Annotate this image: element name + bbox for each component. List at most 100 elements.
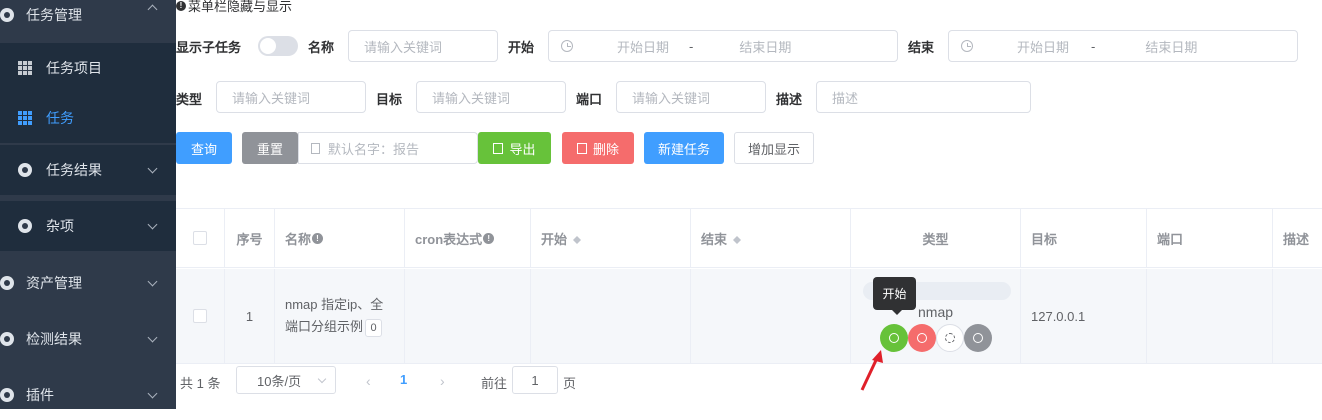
- table-row[interactable]: [176, 269, 225, 364]
- end-date-range[interactable]: 开始日期 - 结束日期: [948, 30, 1298, 62]
- menu-toggle-tip[interactable]: ! 菜单栏隐藏与显示: [176, 0, 292, 15]
- circle-icon: [18, 219, 32, 233]
- delete-label: 删除: [592, 141, 619, 157]
- start-date-range[interactable]: 开始日期 - 结束日期: [548, 30, 898, 62]
- start-label: 开始: [508, 40, 535, 55]
- sort-icon[interactable]: [573, 232, 582, 244]
- total-count: 共 1 条: [180, 376, 221, 391]
- header-end-label: 结束: [701, 231, 728, 247]
- prev-page-button[interactable]: ‹: [366, 373, 371, 389]
- select-all-checkbox[interactable]: [193, 231, 207, 245]
- sidebar-item-task-management[interactable]: 任务管理: [0, 0, 176, 40]
- port-label: 端口: [576, 92, 603, 107]
- row-start: [531, 269, 691, 364]
- info-icon: [973, 333, 983, 343]
- header-target: 目标: [1021, 209, 1147, 268]
- header-name-label: 名称: [285, 231, 312, 247]
- query-button[interactable]: 查询: [176, 132, 232, 164]
- chevron-down-icon: [147, 388, 158, 399]
- grid-icon: [18, 111, 32, 125]
- header-port: 端口: [1147, 209, 1273, 268]
- header-select-all[interactable]: [176, 209, 225, 268]
- chevron-up-icon: [147, 4, 158, 15]
- goto-page-value: 1: [531, 372, 539, 388]
- sidebar-item-detection-results[interactable]: 检测结果: [0, 314, 176, 364]
- sidebar-item-asset-management[interactable]: 资产管理: [0, 258, 176, 308]
- sidebar-item-label: 插件: [26, 387, 54, 403]
- circle-icon: [0, 332, 14, 346]
- name-placeholder: 请输入关键词: [364, 39, 443, 55]
- sidebar-item-label: 任务结果: [46, 162, 102, 178]
- clock-icon: [961, 40, 973, 52]
- task-info-button[interactable]: [964, 324, 992, 352]
- circle-icon: [0, 8, 14, 22]
- report-name-input[interactable]: 默认名字：报告: [298, 132, 478, 164]
- header-index: 序号: [225, 209, 275, 268]
- chevron-down-icon: [147, 332, 158, 343]
- export-icon: [493, 142, 504, 154]
- pause-icon: [917, 333, 927, 343]
- end-from-placeholder: 开始日期: [1017, 39, 1070, 55]
- header-cron: cron表达式!: [405, 209, 531, 268]
- target-label: 目标: [376, 92, 403, 107]
- header-name: 名称!: [275, 209, 405, 268]
- sidebar-item-task-results[interactable]: 任务结果: [0, 145, 176, 195]
- sidebar-item-label: 资产管理: [26, 275, 82, 291]
- chevron-down-icon: [147, 219, 158, 230]
- goto-page-input[interactable]: 1: [512, 366, 558, 394]
- refresh-icon: [945, 333, 955, 343]
- delete-button[interactable]: 删除: [562, 132, 634, 164]
- header-end[interactable]: 结束: [691, 209, 851, 268]
- desc-placeholder: 描述: [832, 90, 859, 106]
- start-tooltip: 开始: [873, 277, 916, 315]
- header-cron-label: cron表达式: [415, 231, 483, 247]
- range-separator: -: [689, 38, 694, 54]
- add-display-button[interactable]: 增加显示: [734, 132, 814, 164]
- show-children-label: 显示子任务: [176, 40, 242, 55]
- header-desc: 描述: [1273, 209, 1322, 268]
- trash-icon: [576, 142, 587, 154]
- target-input[interactable]: 请输入关键词: [416, 81, 566, 113]
- export-button[interactable]: 导出: [478, 132, 551, 164]
- port-input[interactable]: 请输入关键词: [616, 81, 766, 113]
- task-table: 序号 名称! cron表达式! 开始 结束 类型 目标 端口 描述 1 nmap…: [176, 208, 1322, 364]
- name-input[interactable]: 请输入关键词: [348, 30, 498, 62]
- show-children-switch[interactable]: [258, 36, 298, 56]
- sidebar-item-task[interactable]: 任务: [0, 93, 176, 143]
- chevron-down-icon: [147, 163, 158, 174]
- clock-icon: [561, 40, 573, 52]
- next-page-button[interactable]: ›: [440, 373, 445, 389]
- page-number-current[interactable]: 1: [400, 372, 407, 387]
- info-icon: !: [483, 232, 495, 244]
- reset-button[interactable]: 重置: [242, 132, 298, 164]
- sidebar-item-label: 杂项: [46, 218, 74, 234]
- sort-icon[interactable]: [733, 232, 742, 244]
- sidebar-item-misc[interactable]: 杂项: [0, 201, 176, 251]
- target-placeholder: 请输入关键词: [432, 90, 511, 106]
- desc-label: 描述: [776, 92, 803, 107]
- type-input[interactable]: 请输入关键词: [216, 81, 366, 113]
- name-label: 名称: [308, 40, 335, 55]
- children-count-badge: 0: [365, 319, 383, 337]
- header-type: 类型: [851, 209, 1021, 268]
- page-size-value: 10条/页: [257, 373, 302, 389]
- chevron-down-icon: [317, 374, 327, 384]
- play-icon: [889, 333, 899, 343]
- header-start[interactable]: 开始: [531, 209, 691, 268]
- range-separator: -: [1091, 38, 1096, 54]
- info-icon: !: [176, 0, 186, 11]
- restart-task-button[interactable]: [936, 324, 964, 352]
- main-content: ! 菜单栏隐藏与显示 显示子任务 名称 请输入关键词 开始 开始日期 - 结束日…: [176, 0, 1322, 409]
- row-target: 127.0.0.1: [1021, 269, 1147, 364]
- end-to-placeholder: 结束日期: [1145, 39, 1198, 55]
- sidebar-item-plugins[interactable]: 插件: [0, 370, 176, 420]
- desc-input[interactable]: 描述: [816, 81, 1031, 113]
- new-task-button[interactable]: 新建任务: [644, 132, 724, 164]
- start-to-placeholder: 结束日期: [739, 39, 792, 55]
- sidebar-item-task-project[interactable]: 任务项目: [0, 43, 176, 93]
- row-name[interactable]: nmap 指定ip、全端口分组示例 0: [285, 294, 396, 338]
- page-size-select[interactable]: 10条/页: [236, 366, 336, 394]
- row-checkbox[interactable]: [193, 309, 207, 323]
- stop-task-button[interactable]: [908, 324, 936, 352]
- goto-label: 前往: [481, 376, 508, 391]
